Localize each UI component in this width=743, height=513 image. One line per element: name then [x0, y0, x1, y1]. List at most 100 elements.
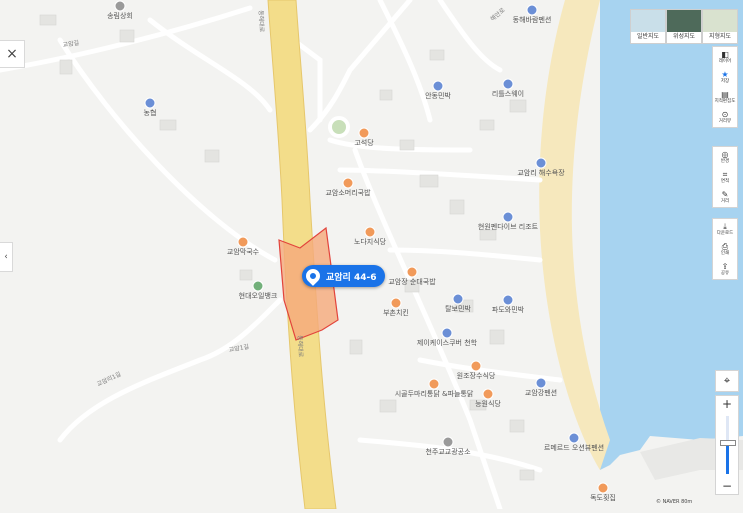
- poi-marker-icon[interactable]: [502, 211, 514, 223]
- maptype-normal[interactable]: 일반지도: [630, 9, 666, 44]
- poi-label[interactable]: 노다지식당: [354, 238, 386, 247]
- poi-marker-icon[interactable]: [237, 236, 249, 248]
- parcel-pin-label[interactable]: 교암리 44-6: [302, 265, 385, 287]
- layers-tool-button[interactable]: ◧ 레이어: [713, 47, 737, 67]
- poi-label[interactable]: 교암소머리국밥: [325, 189, 370, 198]
- tool-label: 지적편집도: [714, 98, 736, 104]
- tool-label: 레이어: [718, 58, 732, 64]
- poi-label[interactable]: 송림상회: [107, 12, 133, 21]
- radius-tool-button[interactable]: ◎ 반경: [713, 147, 737, 167]
- zoom-control: + −: [715, 395, 739, 495]
- poi-marker-icon[interactable]: [526, 4, 538, 16]
- poi-marker-icon[interactable]: [442, 436, 454, 448]
- distance-icon: ✎: [721, 189, 729, 199]
- poi-label[interactable]: 탈보민박: [445, 305, 471, 314]
- zoom-out-button[interactable]: −: [716, 478, 738, 494]
- share-tool-button[interactable]: ⇪ 공유: [713, 259, 737, 279]
- normal-map-thumbnail: [631, 10, 665, 32]
- radius-icon: ◎: [721, 149, 729, 159]
- maptype-satellite[interactable]: 위성지도: [666, 9, 702, 44]
- poi-label[interactable]: 교암리 해수욕장: [517, 169, 564, 178]
- chevron-left-icon: ‹: [4, 252, 8, 262]
- poi-label[interactable]: 교암막국수: [227, 248, 259, 257]
- tool-group-main: ◧ 레이어 ★ 저장 ▤ 지적편집도 ⊙ 거리뷰: [712, 46, 738, 128]
- poi-marker-icon[interactable]: [470, 360, 482, 372]
- poi-label[interactable]: 부촌치킨: [383, 309, 409, 318]
- poi-marker-icon[interactable]: [114, 0, 126, 12]
- poi-label[interactable]: 독도횟집: [590, 494, 616, 503]
- star-tool-button[interactable]: ★ 저장: [713, 67, 737, 87]
- star-icon: ★: [721, 69, 729, 79]
- poi-marker-icon[interactable]: [535, 377, 547, 389]
- poi-label[interactable]: 동해바람펜션: [513, 16, 552, 25]
- print-icon: ⎙: [721, 241, 729, 251]
- poi-label[interactable]: 교암강펜션: [525, 389, 557, 398]
- terrain-map-thumbnail: [703, 10, 737, 32]
- area-tool-button[interactable]: ⌗ 면적: [713, 167, 737, 187]
- poi-marker-icon[interactable]: [342, 177, 354, 189]
- map-base: [0, 0, 743, 512]
- poi-label[interactable]: 시골두마리통닭 &파늘통닭: [395, 390, 474, 399]
- maptype-terrain[interactable]: 지형지도: [702, 9, 738, 44]
- poi-label[interactable]: 현원펜다이브 리조트: [478, 223, 538, 232]
- poi-marker-icon[interactable]: [252, 280, 264, 292]
- area-icon: ⌗: [722, 169, 728, 179]
- zoom-slider-handle[interactable]: [720, 440, 736, 447]
- tool-label: 거리뷰: [718, 118, 732, 124]
- maptype-label: 지형지도: [708, 33, 732, 40]
- map-share-icon: ▤: [721, 89, 729, 99]
- download-icon: ⤓: [723, 221, 727, 231]
- poi-marker-icon[interactable]: [535, 157, 547, 169]
- my-location-button[interactable]: ⌖: [715, 370, 739, 392]
- share-icon: ⇪: [721, 261, 729, 271]
- tool-label: 인쇄: [720, 250, 730, 256]
- poi-marker-icon[interactable]: [144, 97, 156, 109]
- poi-label[interactable]: 교암장 순대국밥: [388, 278, 435, 287]
- poi-marker-icon[interactable]: [432, 80, 444, 92]
- street-view-tool-button[interactable]: ⊙ 거리뷰: [713, 107, 737, 127]
- crosshair-icon: ⌖: [723, 374, 731, 387]
- tool-label: 거리: [720, 198, 730, 204]
- poi-marker-icon[interactable]: [406, 266, 418, 278]
- tool-label: 반경: [720, 158, 730, 164]
- print-tool-button[interactable]: ⎙ 인쇄: [713, 239, 737, 259]
- poi-label[interactable]: 파도와민박: [492, 306, 524, 315]
- poi-label[interactable]: 르메르드 오션뷰펜션: [544, 444, 604, 453]
- poi-label[interactable]: 현대오일뱅크: [239, 292, 278, 301]
- poi-marker-icon[interactable]: [597, 482, 609, 494]
- road-label: 동해대로: [257, 10, 265, 33]
- parcel-address: 교암리 44-6: [326, 272, 377, 283]
- maptype-label: 일반지도: [636, 33, 660, 40]
- zoom-in-button[interactable]: +: [716, 396, 738, 412]
- close-button[interactable]: ×: [0, 40, 25, 68]
- poi-marker-icon[interactable]: [358, 127, 370, 139]
- poi-marker-icon[interactable]: [428, 378, 440, 390]
- satellite-map-thumbnail: [667, 10, 701, 32]
- poi-marker-icon[interactable]: [502, 78, 514, 90]
- poi-marker-icon[interactable]: [452, 293, 464, 305]
- tool-label: 저장: [720, 78, 730, 84]
- layers-icon: ◧: [721, 49, 729, 59]
- poi-label[interactable]: 능원식당: [475, 400, 501, 409]
- download-tool-button[interactable]: ⤓ 다운로드: [713, 219, 737, 239]
- map-canvas[interactable]: 동해대로 동해대로 교암1길 교암리1길 교암길 해안로 송림상회 동해바람펜션 농…: [0, 0, 743, 512]
- poi-label[interactable]: 리틀스웨이: [492, 90, 524, 99]
- map-share-tool-button[interactable]: ▤ 지적편집도: [713, 87, 737, 107]
- close-icon: ×: [6, 46, 18, 62]
- poi-label[interactable]: 안동민박: [425, 92, 451, 101]
- distance-tool-button[interactable]: ✎ 거리: [713, 187, 737, 207]
- poi-label[interactable]: 원조장수식당: [457, 372, 496, 381]
- panel-toggle-button[interactable]: ‹: [0, 242, 13, 272]
- beach-area: [539, 0, 610, 470]
- poi-label[interactable]: 고석당: [354, 139, 373, 148]
- poi-marker-icon[interactable]: [482, 388, 494, 400]
- tool-label: 면적: [720, 178, 730, 184]
- poi-label[interactable]: 제이케이스쿠버 천학: [417, 339, 477, 348]
- poi-label[interactable]: 농협: [144, 109, 157, 118]
- poi-marker-icon[interactable]: [390, 297, 402, 309]
- poi-marker-icon[interactable]: [568, 432, 580, 444]
- poi-marker-icon[interactable]: [502, 294, 514, 306]
- poi-label[interactable]: 천주교교광공소: [425, 448, 470, 457]
- poi-marker-icon[interactable]: [364, 226, 376, 238]
- poi-marker-icon[interactable]: [441, 327, 453, 339]
